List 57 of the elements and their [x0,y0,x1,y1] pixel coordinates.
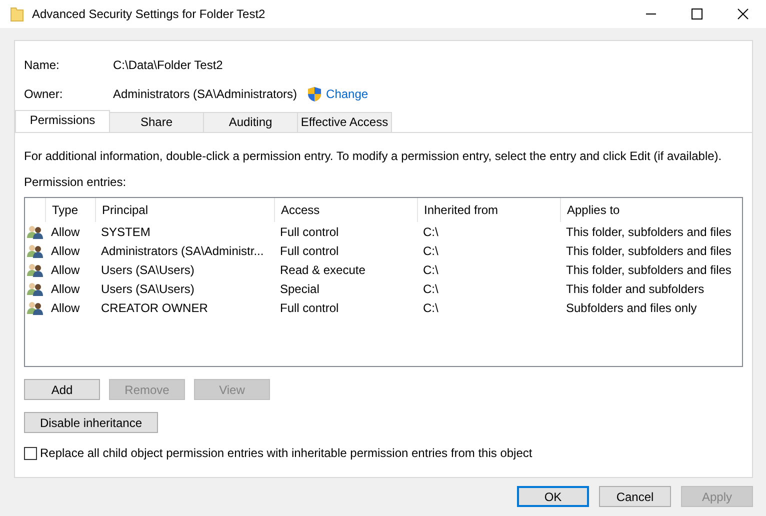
table-cell: Allow [51,224,80,238]
users-icon [27,224,43,238]
tab[interactable]: Share [109,112,204,132]
column-header[interactable]: Access [281,203,320,217]
maximize-icon[interactable] [691,8,703,20]
shield-icon [307,86,322,102]
table-cell: Subfolders and files only [566,300,697,314]
table-cell: Allow [51,282,80,296]
column-header[interactable]: Principal [102,203,148,217]
table-cell: C:\ [423,262,438,276]
name-label: Name: [24,58,60,72]
column-header[interactable]: Type [52,203,78,217]
table-cell: C:\ [423,224,438,238]
table-cell: Read & execute [280,262,366,276]
tab[interactable]: Effective Access [297,112,392,132]
table-cell: Users (SA\Users) [101,282,194,296]
table-cell: This folder, subfolders and files [566,262,732,276]
table-cell: Administrators (SA\Administr... [101,244,264,258]
table-cell: Users (SA\Users) [101,262,194,276]
folder-icon [10,6,24,22]
column-header[interactable]: Inherited from [424,203,498,217]
entry-button[interactable]: Add [24,379,100,400]
close-icon[interactable] [737,8,749,20]
name-value: C:\Data\Folder Test2 [113,58,223,72]
tab[interactable]: Permissions [15,110,110,132]
users-icon [27,300,43,314]
column-header[interactable]: Applies to [567,203,620,217]
table-cell: This folder and subfolders [566,282,704,296]
tab[interactable]: Auditing [203,112,298,132]
change-link[interactable]: Change [326,86,368,100]
table-cell: CREATOR OWNER [101,300,208,314]
users-icon [27,262,43,276]
table-cell: Full control [280,244,339,258]
info-text: For additional information, double-click a permission entry. To modify a permission entry, select the entry and click Edit (if available). [24,149,723,163]
table-cell: SYSTEM [101,224,150,238]
users-icon [27,282,43,296]
table-cell: This folder, subfolders and files [566,224,732,238]
dialog-button[interactable]: OK [517,486,589,507]
checkbox[interactable] [24,446,37,460]
table-cell: C:\ [423,300,438,314]
table-cell: Full control [280,300,339,314]
dialog-button[interactable]: Cancel [599,486,671,507]
table-cell: Allow [51,244,80,258]
table-cell: C:\ [423,282,438,296]
users-icon [27,244,43,258]
disable-inheritance-button[interactable]: Disable inheritance [24,412,158,433]
window-title: Advanced Security Settings for Folder Test2 [32,7,266,21]
table-cell: Allow [51,300,80,314]
table-cell: Allow [51,262,80,276]
owner-value: Administrators (SA\Administrators) [113,86,298,100]
checkbox-label: Replace all child object permission entries with inheritable permission entries from this object [40,446,532,460]
owner-label: Owner: [24,86,64,100]
table-cell: This folder, subfolders and files [566,244,732,258]
table-cell: Special [280,282,320,296]
table-cell: Full control [280,224,339,238]
table-cell: C:\ [423,244,438,258]
entries-label: Permission entries: [24,175,128,189]
